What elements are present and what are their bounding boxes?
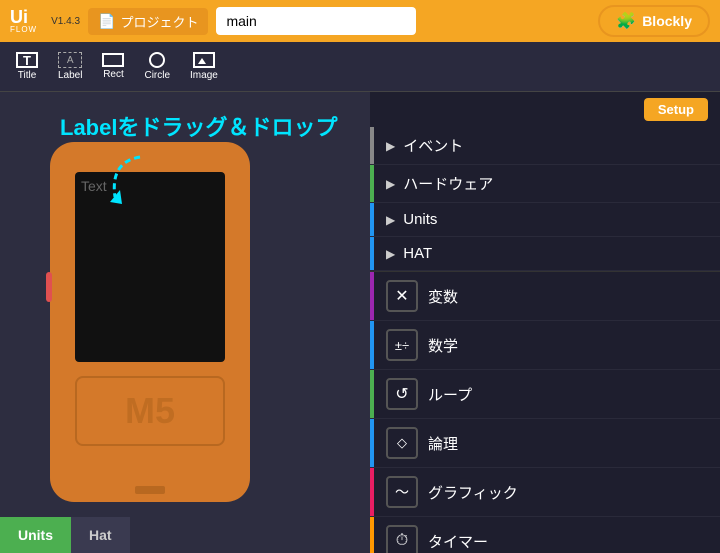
loop-icon: ↺: [386, 378, 418, 410]
project-button[interactable]: 📄 プロジェクト: [88, 8, 208, 35]
hat-label: HAT: [403, 245, 432, 262]
project-label: プロジェクト: [120, 12, 198, 31]
label-tool-label: Label: [58, 70, 82, 81]
menu-item-math[interactable]: ±÷ 数学: [370, 321, 720, 370]
circle-tool[interactable]: Circle: [144, 52, 170, 81]
blockly-button[interactable]: 🧩 Blockly: [598, 5, 710, 37]
timer-bar: [370, 517, 374, 553]
menu-list: ▶ イベント ▶ ハードウェア ▶ Units ▶ HAT: [370, 127, 720, 553]
logic-icon: ◇: [386, 427, 418, 459]
hat-arrow: ▶: [386, 247, 395, 261]
units-arrow: ▶: [386, 213, 395, 227]
event-bar: [370, 127, 374, 164]
variables-bar: [370, 272, 374, 320]
units-bar: [370, 203, 374, 236]
variables-icon: ✕: [386, 280, 418, 312]
logic-label: 論理: [428, 433, 458, 454]
menu-item-loop[interactable]: ↺ ループ: [370, 370, 720, 419]
title-tool-label: Title: [18, 70, 37, 81]
menu-item-units[interactable]: ▶ Units: [370, 203, 720, 237]
bottom-tabs: Units Hat: [0, 517, 370, 553]
menu-item-timer[interactable]: ⏱ タイマー: [370, 517, 720, 553]
units-label: Units: [403, 211, 437, 228]
blockly-label: Blockly: [642, 13, 692, 29]
canvas-panel[interactable]: Labelをドラッグ＆ドロップ Text M5: [0, 92, 370, 553]
loop-label: ループ: [428, 384, 472, 405]
device-connector: [135, 486, 165, 494]
event-label: イベント: [403, 135, 463, 156]
hardware-bar: [370, 165, 374, 202]
math-bar: [370, 321, 374, 369]
puzzle-icon: 🧩: [616, 11, 636, 31]
math-label: 数学: [428, 335, 458, 356]
hat-bar: [370, 237, 374, 270]
rect-icon: [102, 53, 124, 67]
title-tool[interactable]: T Title: [16, 52, 38, 81]
timer-label: タイマー: [428, 531, 488, 552]
menu-item-hardware[interactable]: ▶ ハードウェア: [370, 165, 720, 203]
device-label-area: M5: [75, 376, 225, 446]
math-icon: ±÷: [386, 329, 418, 361]
header: Ui FLOW V1.4.3 📄 プロジェクト 🧩 Blockly: [0, 0, 720, 42]
main-input[interactable]: [216, 7, 416, 35]
graphic-bar: [370, 468, 374, 516]
title-icon: T: [16, 52, 38, 68]
hardware-arrow: ▶: [386, 177, 395, 191]
drag-hint: Labelをドラッグ＆ドロップ: [60, 110, 337, 142]
circle-icon: [149, 52, 165, 68]
loop-bar: [370, 370, 374, 418]
logo-ui: Ui: [10, 8, 28, 26]
tab-hat[interactable]: Hat: [71, 517, 130, 553]
rect-tool[interactable]: Rect: [102, 53, 124, 80]
image-icon: [193, 52, 215, 68]
document-icon: 📄: [98, 13, 115, 30]
logo-flow: FLOW: [10, 26, 37, 34]
right-panel: Setup ▶ イベント ▶ ハードウェア ▶ Units: [370, 92, 720, 553]
event-arrow: ▶: [386, 139, 395, 153]
image-tool[interactable]: Image: [190, 52, 218, 81]
m5-label: M5: [125, 390, 175, 432]
logo-area: Ui FLOW: [10, 8, 37, 34]
setup-button[interactable]: Setup: [644, 98, 708, 121]
menu-item-logic[interactable]: ◇ 論理: [370, 419, 720, 468]
graphic-label: グラフィック: [428, 482, 518, 503]
label-tool[interactable]: A Label: [58, 52, 82, 81]
drag-arrow-indicator: [100, 152, 160, 217]
logic-bar: [370, 419, 374, 467]
variables-label: 変数: [428, 286, 458, 307]
graphic-icon: 〜: [386, 476, 418, 508]
tab-units[interactable]: Units: [0, 517, 71, 553]
circle-tool-label: Circle: [144, 70, 170, 81]
rect-tool-label: Rect: [103, 69, 124, 80]
menu-item-graphic[interactable]: 〜 グラフィック: [370, 468, 720, 517]
toolbar: T Title A Label Rect Circle Image: [0, 42, 720, 92]
main-area: Labelをドラッグ＆ドロップ Text M5: [0, 92, 720, 553]
image-tool-label: Image: [190, 70, 218, 81]
setup-area: Setup: [370, 92, 720, 127]
menu-item-variables[interactable]: ✕ 変数: [370, 272, 720, 321]
label-icon: A: [58, 52, 82, 68]
version-badge: V1.4.3: [51, 16, 80, 27]
device-side-button: [46, 272, 52, 302]
menu-item-hat[interactable]: ▶ HAT: [370, 237, 720, 271]
timer-icon: ⏱: [386, 525, 418, 553]
menu-item-event[interactable]: ▶ イベント: [370, 127, 720, 165]
hardware-label: ハードウェア: [403, 173, 493, 194]
